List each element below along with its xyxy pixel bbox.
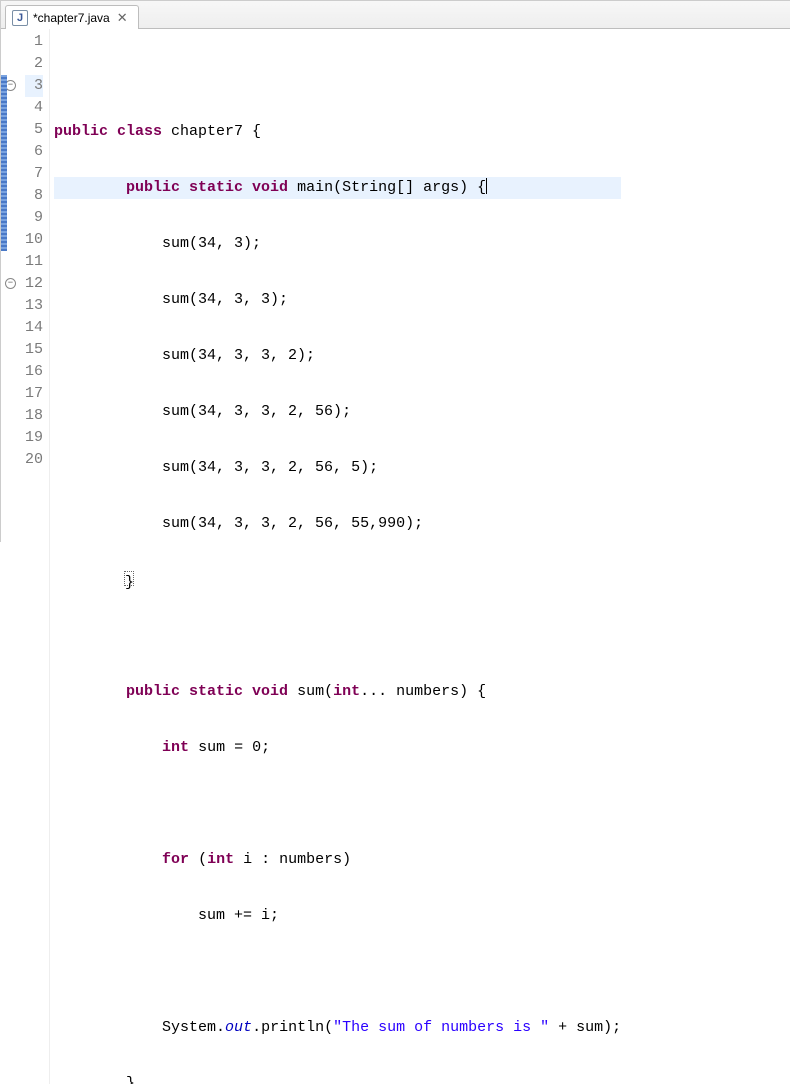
line-numbers: 1234567891011121314151617181920 xyxy=(17,31,49,1084)
code-line: public static void main(String[] args) { xyxy=(54,177,621,199)
code-line: sum(34, 3, 3, 2); xyxy=(54,345,621,367)
code-line: sum(34, 3, 3, 2, 56, 55,990); xyxy=(54,513,621,535)
code-line: sum(34, 3); xyxy=(54,233,621,255)
code-line: } xyxy=(54,1073,621,1084)
editor-tab[interactable]: J *chapter7.java ✕ xyxy=(5,5,139,29)
code-line: public class chapter7 { xyxy=(54,121,621,143)
code-editor[interactable]: −− 1234567891011121314151617181920 publi… xyxy=(1,29,790,1084)
tab-title: *chapter7.java xyxy=(33,11,110,25)
code-line: public static void sum(int... numbers) { xyxy=(54,681,621,703)
tab-bar: J *chapter7.java ✕ xyxy=(1,1,790,29)
close-icon[interactable]: ✕ xyxy=(115,10,130,26)
code-line xyxy=(54,961,621,983)
code-line: for (int i : numbers) xyxy=(54,849,621,871)
code-line: } xyxy=(54,569,621,591)
gutter: −− 1234567891011121314151617181920 xyxy=(1,29,50,1084)
code-line: int sum = 0; xyxy=(54,737,621,759)
fold-toggle-icon[interactable]: − xyxy=(5,278,16,289)
code-area[interactable]: public class chapter7 { public static vo… xyxy=(50,29,621,1084)
java-file-icon: J xyxy=(12,10,28,26)
code-line xyxy=(54,625,621,647)
code-line: sum += i; xyxy=(54,905,621,927)
code-line xyxy=(54,793,621,815)
code-line: sum(34, 3, 3, 2, 56, 5); xyxy=(54,457,621,479)
code-line: sum(34, 3, 3); xyxy=(54,289,621,311)
code-line: sum(34, 3, 3, 2, 56); xyxy=(54,401,621,423)
code-line: System.out.println("The sum of numbers i… xyxy=(54,1017,621,1039)
change-marker xyxy=(1,75,7,251)
code-line xyxy=(54,65,621,87)
bracket-match-box: } xyxy=(124,571,134,586)
marker-column: −− xyxy=(1,31,17,1084)
